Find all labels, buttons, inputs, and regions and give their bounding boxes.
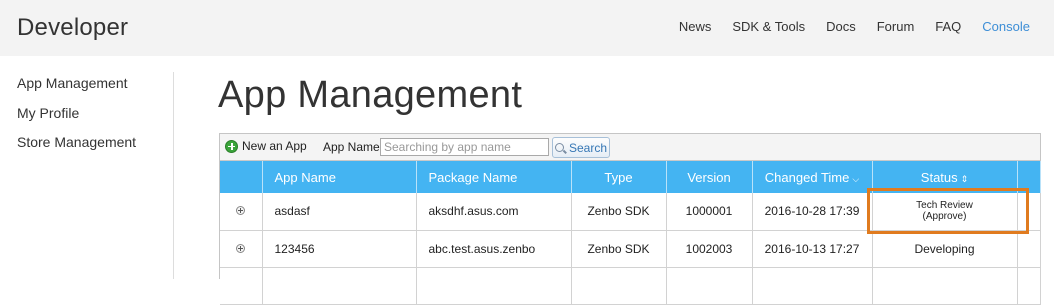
- nav-faq[interactable]: FAQ: [935, 19, 961, 34]
- cell-changed-time: [752, 267, 873, 305]
- cell-package-name: abc.test.asus.zenbo: [416, 230, 572, 268]
- status-label: Status: [920, 169, 958, 185]
- cell-type: Zenbo SDK: [571, 193, 667, 231]
- add-icon: [225, 139, 238, 153]
- sidebar-item-store-management[interactable]: Store Management: [17, 133, 167, 163]
- row-expand-cell: [220, 267, 263, 305]
- cell-app-name: 123456: [262, 230, 417, 268]
- cell-type: [571, 267, 667, 305]
- nav-sdk-tools[interactable]: SDK & Tools: [732, 19, 805, 34]
- expand-icon[interactable]: [236, 243, 246, 253]
- cell-changed-time: 2016-10-13 17:27: [752, 230, 873, 268]
- top-nav: News SDK & Tools Docs Forum FAQ Console: [658, 19, 1030, 34]
- changed-time-label: Changed Time: [764, 169, 850, 185]
- sidebar-item-my-profile[interactable]: My Profile: [17, 104, 167, 134]
- cell-trailing: [1017, 230, 1041, 268]
- new-app-button[interactable]: New an App: [225, 139, 307, 153]
- search-button-label: Search: [568, 140, 608, 155]
- grid-toolbar: New an App App Name Search: [220, 134, 1040, 161]
- cell-trailing: [1017, 267, 1041, 305]
- expand-column-header: [220, 161, 263, 193]
- nav-news[interactable]: News: [679, 19, 712, 34]
- cell-changed-time: 2016-10-28 17:39: [752, 193, 873, 231]
- status-highlight-box: [867, 188, 1029, 234]
- sort-down-icon: ⌵: [852, 173, 860, 184]
- new-app-label: New an App: [242, 139, 307, 153]
- sidebar-item-app-management[interactable]: App Management: [17, 74, 167, 104]
- app-name-search-input[interactable]: [380, 138, 549, 156]
- row-expand-cell[interactable]: [220, 193, 263, 231]
- column-header-version[interactable]: Version: [666, 161, 753, 193]
- table-row: [220, 267, 1041, 305]
- sort-both-icon: ⇕: [960, 173, 969, 184]
- column-header-type[interactable]: Type: [571, 161, 667, 193]
- cell-app-name: [262, 267, 417, 305]
- search-button[interactable]: Search: [552, 137, 610, 158]
- nav-docs[interactable]: Docs: [826, 19, 856, 34]
- cell-version: 1000001: [666, 193, 753, 231]
- column-header-changed-time[interactable]: Changed Time ⌵: [752, 161, 873, 193]
- column-header-app-name[interactable]: App Name: [262, 161, 417, 193]
- top-bar: Developer News SDK & Tools Docs Forum FA…: [0, 0, 1054, 56]
- app-name-label: App Name: [323, 140, 380, 154]
- search-icon: [554, 143, 564, 152]
- cell-package-name: [416, 267, 572, 305]
- table-row[interactable]: 123456 abc.test.asus.zenbo Zenbo SDK 100…: [220, 230, 1041, 268]
- row-expand-cell[interactable]: [220, 230, 263, 268]
- nav-forum[interactable]: Forum: [877, 19, 915, 34]
- cell-version: 1002003: [666, 230, 753, 268]
- cell-app-name: asdasf: [262, 193, 417, 231]
- brand-logo[interactable]: Developer: [17, 14, 128, 42]
- nav-console[interactable]: Console: [982, 19, 1030, 34]
- cell-status: [872, 267, 1018, 305]
- sidebar: App Management My Profile Store Manageme…: [17, 74, 167, 163]
- page-title: App Management: [218, 74, 523, 116]
- sidebar-divider: [173, 72, 174, 279]
- cell-type: Zenbo SDK: [571, 230, 667, 268]
- column-header-package-name[interactable]: Package Name: [416, 161, 572, 193]
- cell-version: [666, 267, 753, 305]
- cell-status: Developing: [872, 230, 1018, 268]
- expand-icon[interactable]: [236, 206, 246, 216]
- cell-package-name: aksdhf.asus.com: [416, 193, 572, 231]
